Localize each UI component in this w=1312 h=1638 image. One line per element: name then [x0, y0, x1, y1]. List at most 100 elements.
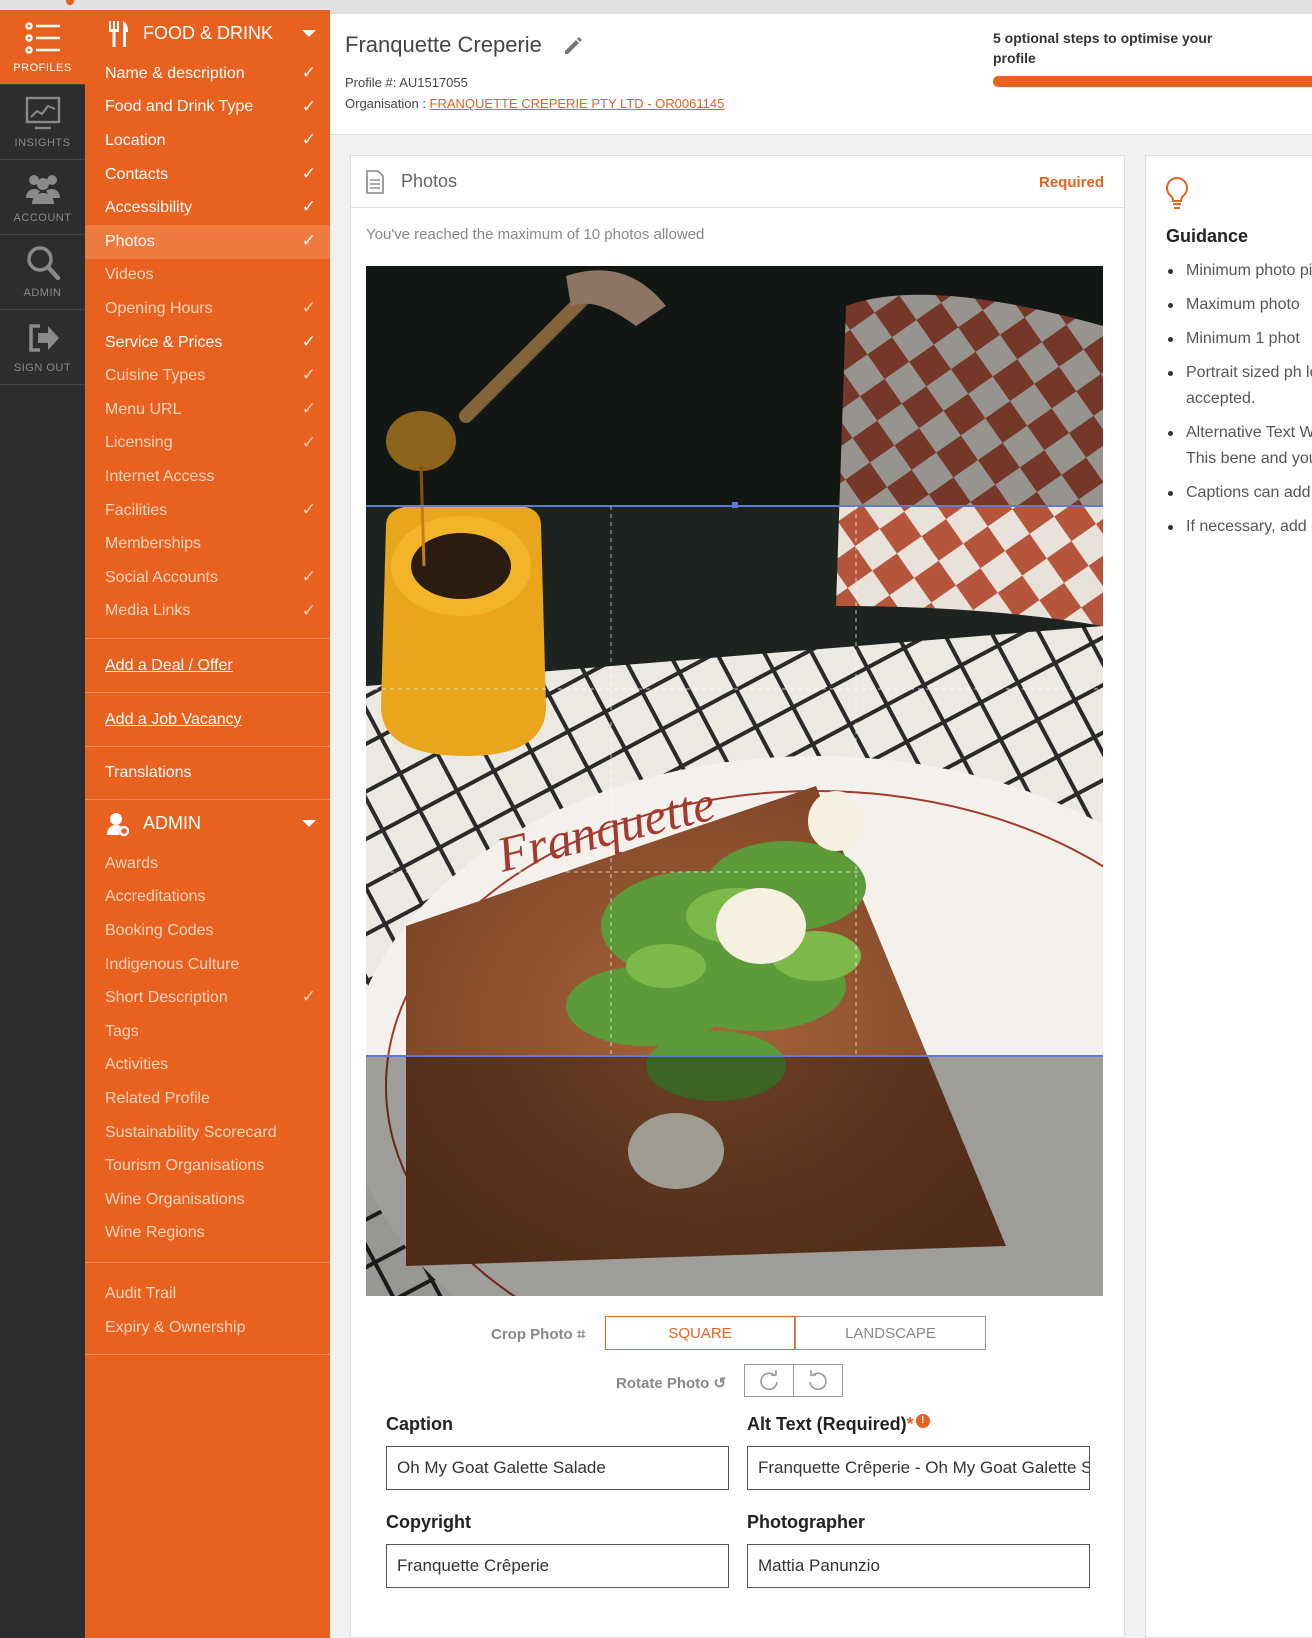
admin-item-indigenous-culture[interactable]: Indigenous Culture — [85, 948, 330, 982]
nav-audit-trail[interactable]: Audit Trail — [85, 1277, 330, 1311]
sidebar-divider — [85, 1354, 330, 1356]
pencil-icon[interactable] — [562, 34, 584, 56]
nav-item-photos[interactable]: Photos ✓ — [85, 224, 330, 259]
admin-item-label: Indigenous Culture — [105, 955, 240, 973]
admin-item-activities[interactable]: Activities — [85, 1049, 330, 1083]
rotate-ccw-icon — [809, 1369, 827, 1390]
panel-header: Photos Required — [351, 156, 1124, 208]
nav-item-food-and-drink-type[interactable]: Food and Drink Type ✓ — [85, 91, 330, 125]
nav-item-opening-hours[interactable]: Opening Hours ✓ — [85, 292, 330, 326]
nav-item-name-description[interactable]: Name & description ✓ — [85, 57, 330, 91]
nav-item-licensing[interactable]: Licensing ✓ — [85, 427, 330, 461]
caption-input[interactable]: Oh My Goat Galette Salade — [386, 1446, 729, 1490]
guidance-panel: Guidance Minimum photo pixels. Maximum ph… — [1145, 155, 1312, 1638]
rail-label: PROFILES — [13, 62, 72, 74]
nav-item-menu-url[interactable]: Menu URL ✓ — [85, 393, 330, 427]
admin-item-label: Activities — [105, 1056, 169, 1074]
admin-item-label: Accreditations — [105, 888, 206, 906]
nav-item-videos[interactable]: Videos — [85, 259, 330, 293]
section-title: FOOD & DRINK — [143, 23, 274, 43]
admin-item-tags[interactable]: Tags — [85, 1015, 330, 1049]
check-icon: ✓ — [301, 600, 316, 620]
admin-item-label: Wine Organisations — [105, 1190, 245, 1208]
nav-item-label: Service & Prices — [105, 333, 223, 351]
section-food-drink[interactable]: FOOD & DRINK — [85, 10, 330, 57]
max-photos-message: You've reached the maximum of 10 photos … — [366, 226, 705, 243]
profile-meta: Profile #: AU1517055 Organisation : FRAN… — [345, 72, 724, 114]
rail-label: ACCOUNT — [13, 212, 72, 224]
admin-item-wine-organisations[interactable]: Wine Organisations — [85, 1183, 330, 1217]
add-deal-link[interactable]: Add a Deal / Offer — [85, 638, 330, 692]
nav-item-location[interactable]: Location ✓ — [85, 124, 330, 158]
admin-item-related-profile[interactable]: Related Profile — [85, 1082, 330, 1116]
guidance-item: Minimum photo pixels. — [1166, 258, 1312, 284]
guidance-item: If necessary, add credit the photog — [1166, 514, 1312, 540]
guidance-item: Maximum photo — [1166, 292, 1312, 318]
check-icon: ✓ — [301, 499, 316, 519]
admin-item-label: Related Profile — [105, 1090, 210, 1108]
nav-item-internet-access[interactable]: Internet Access — [85, 460, 330, 494]
check-icon: ✓ — [301, 197, 316, 217]
admin-item-awards[interactable]: Awards — [85, 847, 330, 881]
section-admin[interactable]: ADMIN — [85, 800, 330, 847]
add-job-link[interactable]: Add a Job Vacancy — [85, 692, 330, 746]
nav-item-contacts[interactable]: Contacts ✓ — [85, 158, 330, 192]
nav-item-memberships[interactable]: Memberships — [85, 527, 330, 561]
check-icon: ✓ — [301, 331, 316, 351]
admin-nav: Awards Accreditations Booking Codes Indigen… — [85, 847, 330, 1250]
rotate-clockwise-button[interactable] — [744, 1364, 794, 1397]
chart-icon — [25, 96, 60, 130]
icon-rail: PROFILES INSIGHTS ACCOUNT ADMIN SIGN OUT — [0, 10, 85, 1638]
rail-account[interactable]: ACCOUNT — [0, 160, 85, 235]
nav-item-social-accounts[interactable]: Social Accounts ✓ — [85, 561, 330, 595]
guidance-item: Minimum 1 phot — [1166, 326, 1312, 352]
nav-item-facilities[interactable]: Facilities ✓ — [85, 494, 330, 528]
nav-item-accessibility[interactable]: Accessibility ✓ — [85, 191, 330, 225]
admin-item-label: Awards — [105, 854, 159, 872]
check-icon: ✓ — [301, 163, 316, 183]
check-icon: ✓ — [301, 432, 316, 452]
translations-link[interactable]: Translations — [85, 746, 330, 801]
info-icon[interactable]: ! — [915, 1414, 930, 1428]
crop-square-button[interactable]: SQUARE — [605, 1316, 795, 1350]
admin-item-wine-regions[interactable]: Wine Regions — [85, 1217, 330, 1251]
rail-admin[interactable]: ADMIN — [0, 235, 85, 310]
alt-text-input[interactable]: Franquette Crêperie - Oh My Goat Galette… — [747, 1446, 1090, 1490]
check-icon: ✓ — [301, 63, 316, 82]
guidance-item: Portrait sized ph logos or photos v acce… — [1166, 360, 1312, 412]
nav-item-label: Location — [105, 131, 166, 149]
rotate-counterclockwise-button[interactable] — [793, 1364, 843, 1397]
organisation-link[interactable]: FRANQUETTE CREPERIE PTY LTD - OR0061145 — [430, 96, 725, 111]
chevron-down-icon[interactable] — [302, 820, 316, 828]
rail-profiles[interactable]: PROFILES — [0, 10, 85, 85]
rail-sign-out[interactable]: SIGN OUT — [0, 310, 85, 385]
guidance-list: Minimum photo pixels. Maximum photo Minimu… — [1166, 258, 1312, 548]
check-icon: ✓ — [301, 298, 316, 318]
copyright-input[interactable]: Franquette Crêperie — [386, 1544, 729, 1588]
optional-steps-text: 5 optional steps to optimise your profil… — [993, 30, 1213, 66]
nav-expiry-ownership[interactable]: Expiry & Ownership — [85, 1311, 330, 1345]
admin-item-booking-codes[interactable]: Booking Codes — [85, 914, 330, 948]
caption-label: Caption — [386, 1414, 453, 1434]
nav-item-service-prices[interactable]: Service & Prices ✓ — [85, 326, 330, 360]
photographer-input[interactable]: Mattia Panunzio — [747, 1544, 1090, 1588]
nav-item-label: Food and Drink Type — [105, 98, 254, 116]
admin-item-accreditations[interactable]: Accreditations — [85, 881, 330, 915]
admin-item-label: Booking Codes — [105, 922, 214, 940]
check-icon: ✓ — [301, 398, 316, 418]
chevron-down-icon[interactable] — [302, 30, 316, 37]
rail-insights[interactable]: INSIGHTS — [0, 85, 85, 160]
user-admin-icon — [107, 812, 129, 836]
search-icon — [26, 246, 60, 281]
admin-item-sustainability-scorecard[interactable]: Sustainability Scorecard — [85, 1116, 330, 1150]
crop-label-text: Crop Photo — [491, 1326, 573, 1343]
nav-item-media-links[interactable]: Media Links ✓ — [85, 595, 330, 629]
rail-label: INSIGHTS — [14, 137, 71, 149]
footer-nav: Audit Trail Expiry & Ownership — [85, 1262, 330, 1344]
nav-item-label: Media Links — [105, 602, 191, 620]
crop-landscape-button[interactable]: LANDSCAPE — [795, 1316, 986, 1350]
photo-crop-area[interactable]: Franquette — [366, 266, 1103, 1296]
nav-item-cuisine-types[interactable]: Cuisine Types ✓ — [85, 359, 330, 393]
admin-item-short-description[interactable]: Short Description ✓ — [85, 981, 330, 1015]
admin-item-tourism-organisations[interactable]: Tourism Organisations — [85, 1149, 330, 1183]
